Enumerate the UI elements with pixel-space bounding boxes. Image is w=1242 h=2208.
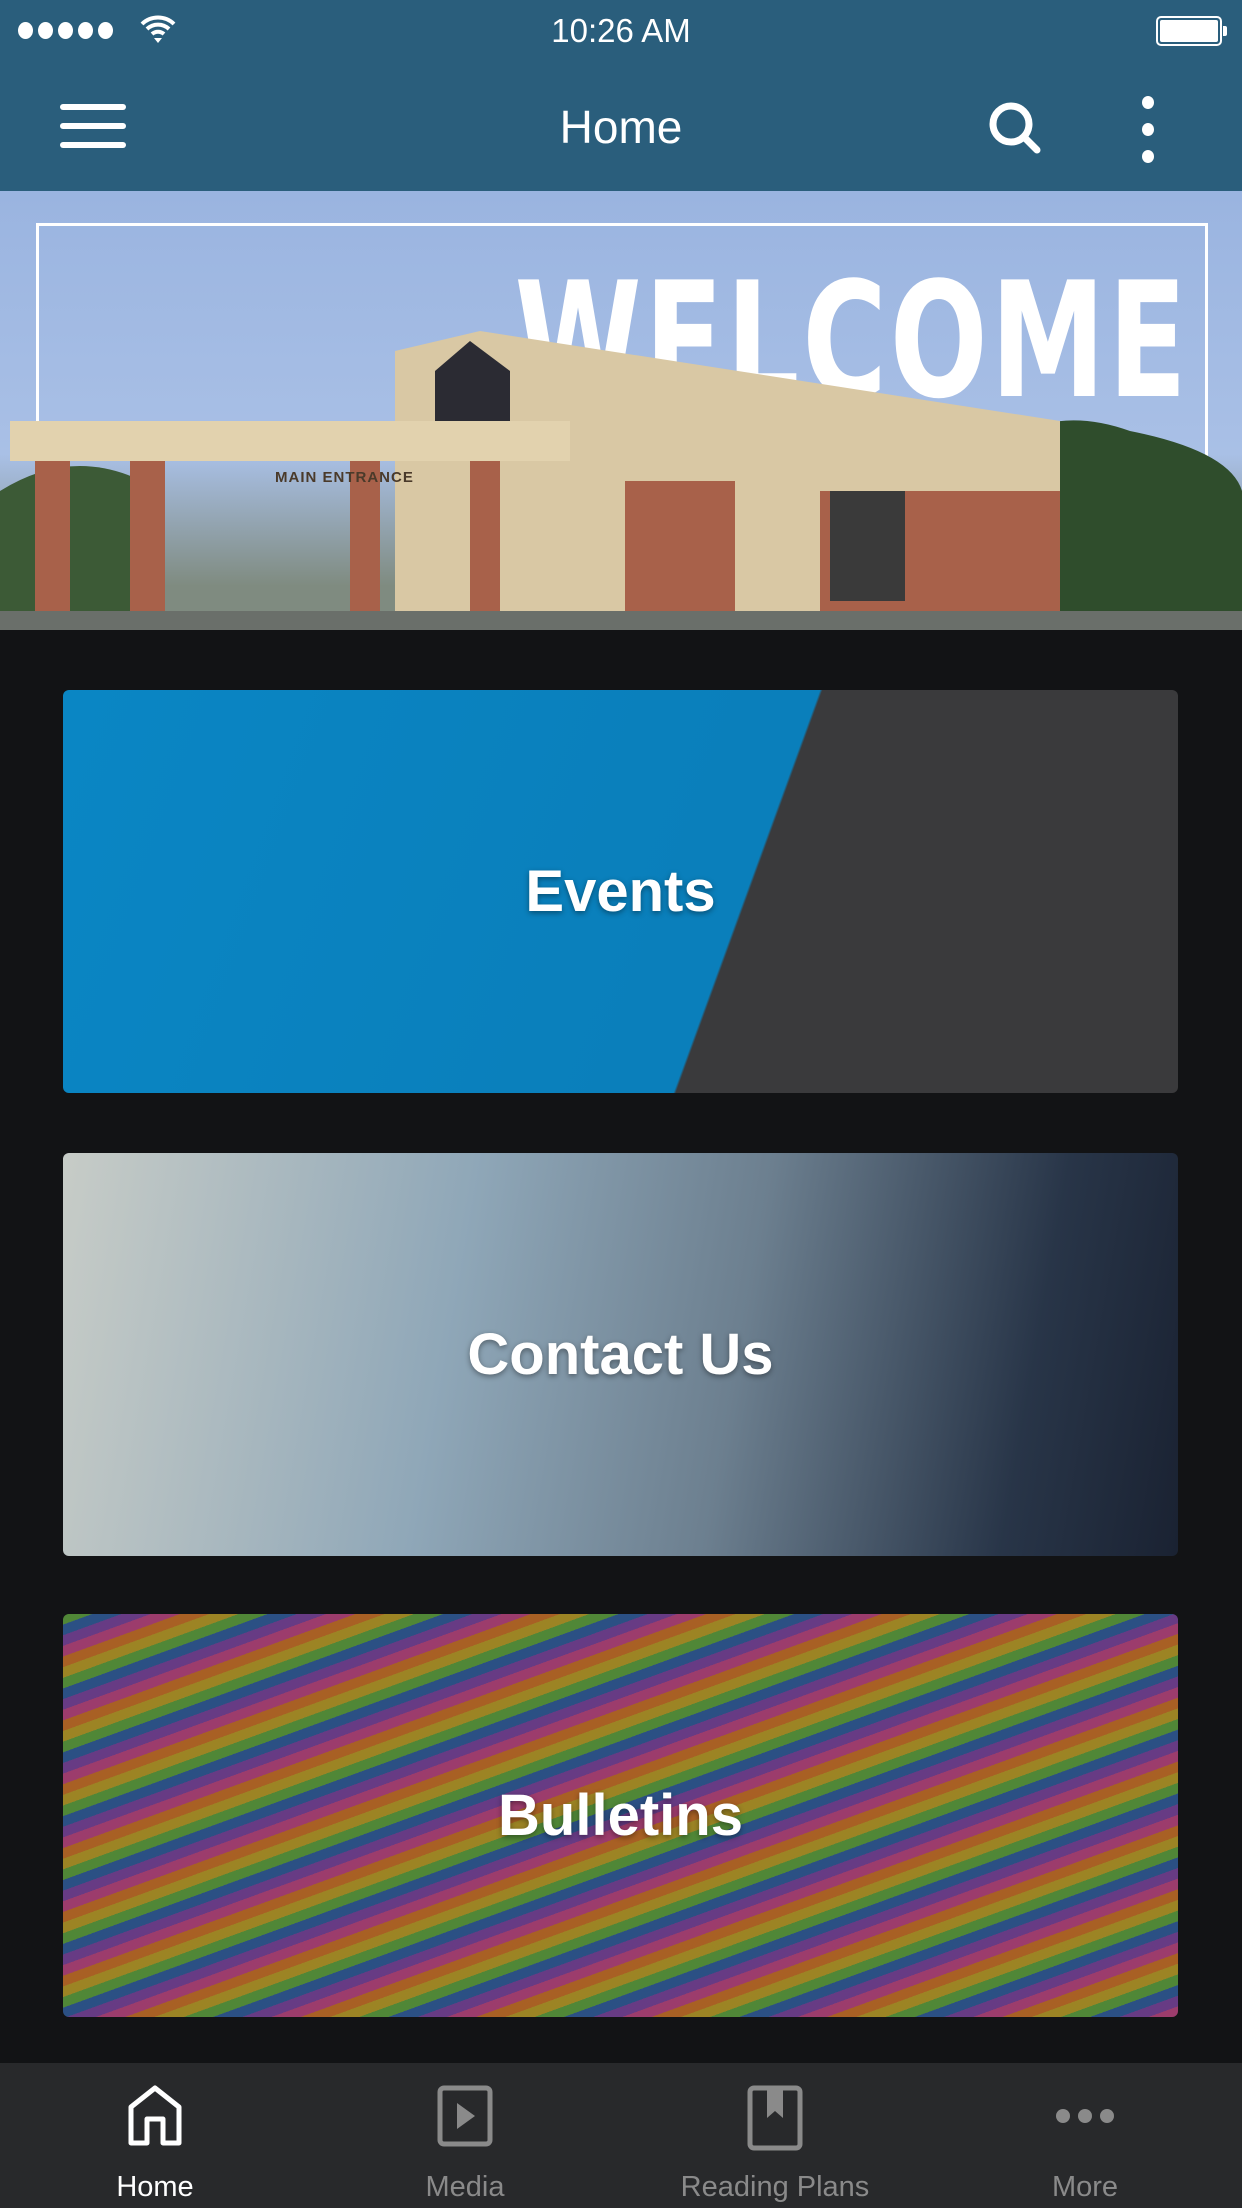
bulletins-card[interactable]: Bulletins bbox=[63, 1614, 1178, 2017]
bottom-tab-bar: Home Media Reading Plans More bbox=[0, 2063, 1242, 2208]
bookmark-book-icon bbox=[747, 2085, 803, 2151]
card-label: Contact Us bbox=[467, 1322, 774, 1387]
app-header: Home bbox=[0, 62, 1242, 191]
tab-label: Reading Plans bbox=[680, 2171, 870, 2203]
more-dots-icon bbox=[1056, 2109, 1114, 2123]
card-label: Bulletins bbox=[498, 1783, 743, 1848]
tab-more[interactable]: More bbox=[930, 2063, 1240, 2208]
home-icon bbox=[128, 2085, 182, 2146]
tab-label: Home bbox=[116, 2171, 194, 2203]
search-icon[interactable] bbox=[985, 98, 1045, 158]
tab-reading-plans[interactable]: Reading Plans bbox=[620, 2063, 930, 2208]
church-building-image bbox=[0, 331, 1242, 630]
status-time: 10:26 AM bbox=[551, 12, 691, 49]
status-bar: 10:26 AM bbox=[0, 0, 1242, 62]
page-title: Home bbox=[559, 101, 683, 153]
tab-home[interactable]: Home bbox=[0, 2063, 310, 2208]
tab-label: Media bbox=[425, 2171, 505, 2203]
more-options-button[interactable] bbox=[1138, 96, 1158, 177]
welcome-banner: WELCOME MAIN ENTRANCE bbox=[0, 191, 1242, 630]
tab-label: More bbox=[1051, 2171, 1119, 2203]
tab-media[interactable]: Media bbox=[310, 2063, 620, 2208]
events-card[interactable]: Events bbox=[63, 690, 1178, 1093]
card-label: Events bbox=[525, 859, 716, 924]
main-entrance-sign: MAIN ENTRANCE bbox=[275, 469, 414, 486]
battery-icon bbox=[1156, 16, 1227, 46]
play-icon bbox=[437, 2085, 493, 2147]
contact-us-card[interactable]: Contact Us bbox=[63, 1153, 1178, 1556]
